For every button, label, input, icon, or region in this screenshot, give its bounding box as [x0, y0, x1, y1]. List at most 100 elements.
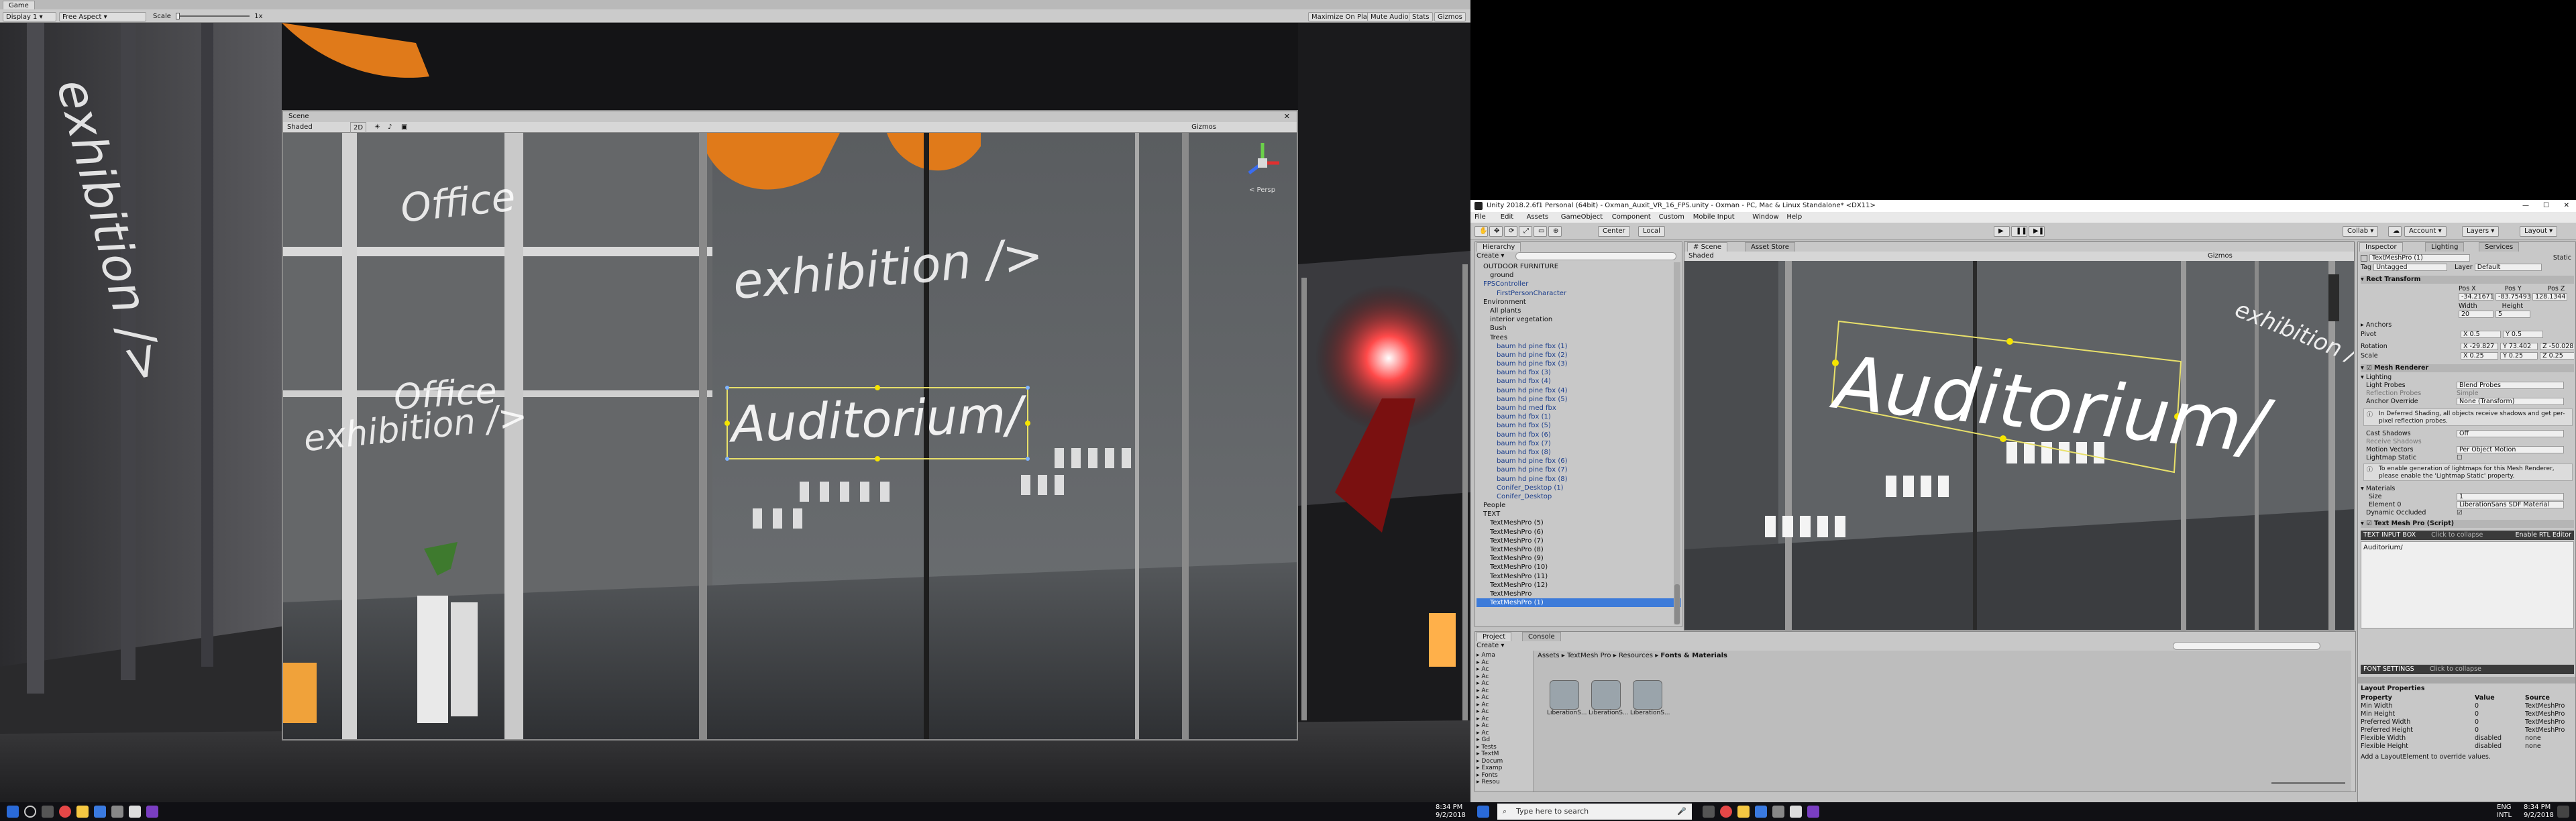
project-tree-item[interactable]: ▸ Tests — [1477, 744, 1530, 751]
close-icon[interactable]: ✕ — [2564, 200, 2569, 212]
stats-button[interactable]: Stats — [1409, 12, 1433, 21]
mail-icon[interactable] — [1755, 806, 1767, 818]
hierarchy-item[interactable]: FirstPersonCharacter — [1477, 289, 1681, 298]
project-tree-item[interactable]: ▸ Docum — [1477, 758, 1530, 765]
tab-project[interactable]: Project — [1477, 632, 1512, 641]
asset-tile[interactable]: LiberationS... — [1547, 680, 1587, 727]
project-tree-item[interactable]: ▸ Gd — [1477, 736, 1530, 744]
hierarchy-item[interactable]: TEXT — [1477, 510, 1681, 518]
search-icon[interactable] — [24, 806, 36, 818]
breadcrumb-item[interactable]: TextMesh Pro — [1567, 652, 1611, 659]
project-tree-item[interactable]: ▸ Ac — [1477, 708, 1530, 716]
task-view-icon[interactable] — [1703, 806, 1715, 818]
mesh-renderer-checkbox[interactable]: ☑ — [2366, 364, 2372, 372]
anchor-override-field[interactable]: None (Transform) — [2457, 398, 2565, 405]
hierarchy-item[interactable]: People — [1477, 501, 1681, 510]
breadcrumb-item[interactable]: Fonts & Materials — [1660, 652, 1727, 659]
hierarchy-item[interactable]: baum hd pine fbx (3) — [1477, 360, 1681, 368]
rect-transform-header[interactable]: ▾ Rect Transform — [2361, 276, 2574, 284]
thumbnail-size-slider[interactable] — [2271, 782, 2345, 784]
hierarchy-item[interactable]: FPSController — [1477, 280, 1681, 288]
hand-tool-icon[interactable]: ✋ — [1474, 226, 1488, 237]
project-tree-item[interactable]: ▸ Ac — [1477, 716, 1530, 723]
pos-x-field[interactable]: -34.21671 — [2459, 293, 2494, 300]
file-explorer-icon[interactable] — [76, 806, 89, 818]
scale-slider[interactable]: Scale 1x — [150, 12, 271, 21]
scene-window[interactable]: Scene ✕ Shaded 2D ☀ ♪ ▣ Gizmos Office Of… — [282, 110, 1298, 741]
lighting-toggle-icon[interactable]: ☀ — [374, 122, 380, 133]
photos-icon[interactable] — [1772, 806, 1784, 818]
tab-services[interactable]: Services — [2479, 242, 2520, 252]
hierarchy-item[interactable]: TextMeshPro (1) — [1477, 598, 1681, 608]
project-tree-item[interactable]: ▸ Ac — [1477, 702, 1530, 709]
scale-track[interactable] — [176, 13, 250, 19]
editor-shaded-select[interactable]: Shaded — [1688, 252, 1714, 261]
effects-toggle-icon[interactable]: ▣ — [401, 122, 407, 133]
hierarchy-item[interactable]: ground — [1477, 271, 1681, 280]
clock-date[interactable]: 9/2/2018 — [2524, 812, 2554, 819]
project-tree-item[interactable]: ▸ Resou — [1477, 779, 1530, 786]
display-select[interactable]: Display 1 ▾ — [3, 12, 56, 21]
clock-date[interactable]: 9/2/2018 — [1436, 812, 1466, 819]
account-dropdown[interactable]: Account ▾ — [2404, 226, 2447, 237]
hierarchy-item[interactable]: TextMeshPro (10) — [1477, 563, 1681, 571]
scale-tool-icon[interactable]: ⤢ — [1519, 226, 1532, 237]
scale-thumb[interactable] — [176, 13, 180, 19]
text-input-area[interactable]: Auditorium/ — [2361, 541, 2574, 628]
project-create-button[interactable]: Create ▾ — [1477, 642, 1504, 649]
region-indicator[interactable]: INTL — [2497, 812, 2512, 819]
tab-lighting[interactable]: Lighting — [2425, 242, 2465, 252]
project-tree-item[interactable]: ▸ Ac — [1477, 688, 1530, 695]
rect-tool-icon[interactable]: ▭ — [1534, 226, 1547, 237]
hierarchy-item[interactable]: baum hd pine fbx (4) — [1477, 386, 1681, 395]
hierarchy-scrollbar[interactable] — [1674, 262, 1680, 624]
light-probes-select[interactable]: Blend Probes — [2457, 382, 2565, 389]
menu-item[interactable]: Component — [1612, 212, 1651, 223]
hierarchy-item[interactable]: TextMeshPro (7) — [1477, 537, 1681, 545]
hierarchy-item[interactable]: baum hd fbx (8) — [1477, 448, 1681, 457]
dynamic-occluded-checkbox[interactable]: ☑ — [2457, 509, 2463, 516]
task-view-icon[interactable] — [42, 806, 54, 818]
hierarchy-item[interactable]: baum hd pine fbx (8) — [1477, 475, 1681, 484]
cloud-icon[interactable]: ☁ — [2388, 226, 2402, 237]
persp-label[interactable]: < Persp — [1249, 186, 1275, 194]
pos-z-field[interactable]: 128.1344 — [2532, 293, 2568, 300]
hierarchy-item[interactable]: Conifer_Desktop (1) — [1477, 484, 1681, 492]
collab-dropdown[interactable]: Collab ▾ — [2343, 226, 2379, 237]
pivot-y-field[interactable]: Y 0.5 — [2503, 331, 2544, 338]
hierarchy-item[interactable]: OUTDOOR FURNITURE — [1477, 262, 1681, 271]
maximize-on-play-button[interactable]: Maximize On Play — [1308, 12, 1375, 21]
project-tree-item[interactable]: ▸ Fonts — [1477, 772, 1530, 779]
mute-audio-button[interactable]: Mute Audio — [1367, 12, 1412, 21]
clock-time[interactable]: 8:34 PM — [2524, 804, 2551, 811]
project-tree-item[interactable]: ▸ Ac — [1477, 666, 1530, 673]
tag-select[interactable]: Untagged — [2373, 264, 2448, 271]
hierarchy-item[interactable]: baum hd fbx (4) — [1477, 377, 1681, 386]
inspector-divider[interactable] — [2358, 677, 2575, 683]
project-tree-item[interactable]: ▸ TextM — [1477, 751, 1530, 758]
hierarchy-item[interactable]: Environment — [1477, 298, 1681, 307]
lightmap-static-checkbox[interactable]: ☐ — [2457, 454, 2463, 461]
chrome-icon[interactable] — [1720, 806, 1732, 818]
hierarchy-item[interactable]: Trees — [1477, 333, 1681, 342]
visual-studio-icon[interactable] — [1807, 806, 1819, 818]
hierarchy-item[interactable]: TextMeshPro (9) — [1477, 554, 1681, 563]
hierarchy-item[interactable]: baum hd pine fbx (1) — [1477, 342, 1681, 351]
gizmos-button[interactable]: Gizmos — [1434, 12, 1466, 21]
notifications-icon[interactable] — [2557, 806, 2569, 818]
menu-item[interactable]: File — [1474, 212, 1486, 223]
pivot-local-toggle[interactable]: Local — [1638, 226, 1665, 237]
play-icon[interactable]: ▶ — [1994, 226, 2010, 237]
rtl-toggle[interactable]: Enable RTL Editor — [2515, 531, 2571, 540]
tmp-script-checkbox[interactable]: ☑ — [2366, 520, 2372, 527]
materials-foldout[interactable]: ▾ Materials — [2361, 485, 2574, 493]
tab-inspector[interactable]: Inspector — [2359, 242, 2403, 252]
height-field[interactable]: 5 — [2496, 311, 2531, 318]
mail-icon[interactable] — [94, 806, 106, 818]
unity-taskbar-icon[interactable] — [129, 806, 141, 818]
element0-field[interactable]: LiberationSans SDF Material — [2457, 501, 2565, 508]
hierarchy-item[interactable]: Conifer_Desktop — [1477, 492, 1681, 501]
menu-item[interactable]: Custom — [1659, 212, 1684, 223]
hierarchy-search-input[interactable] — [1515, 252, 1676, 260]
menu-item[interactable]: Window — [1752, 212, 1778, 223]
